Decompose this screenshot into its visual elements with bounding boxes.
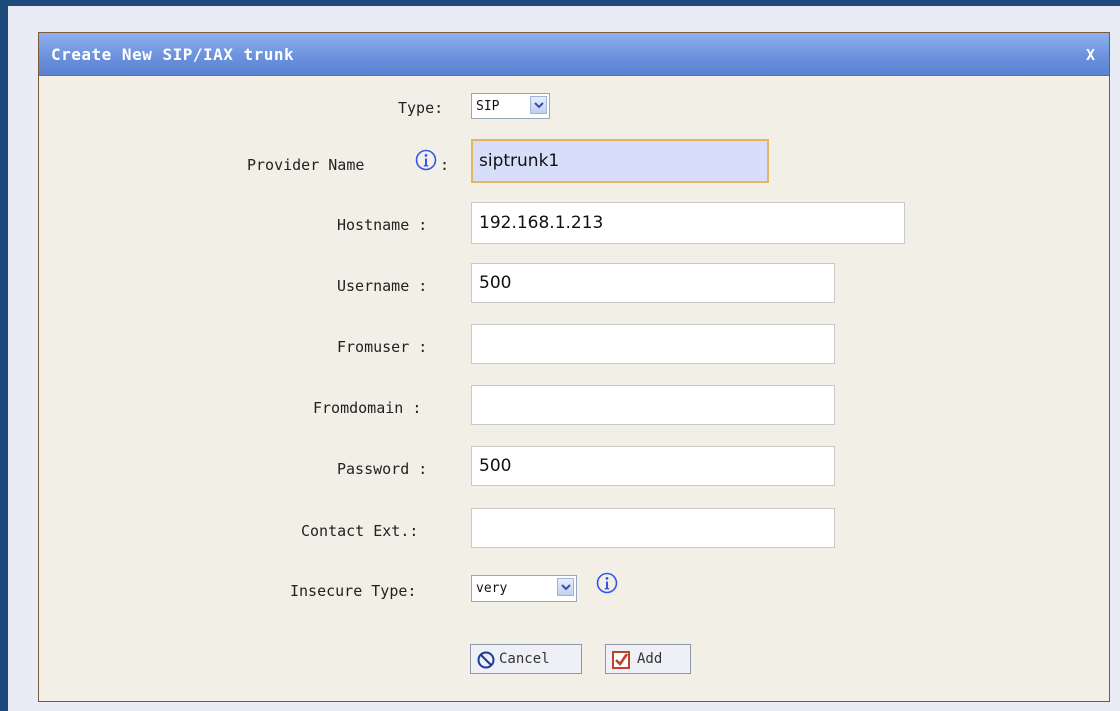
fromdomain-label: Fromdomain : <box>313 399 422 417</box>
type-select[interactable]: SIP <box>471 93 550 119</box>
cancel-circle-icon <box>477 651 495 669</box>
username-input[interactable] <box>471 263 835 303</box>
fromdomain-input[interactable] <box>471 385 835 425</box>
insecure-type-label: Insecure Type: <box>290 582 417 600</box>
cancel-button[interactable]: Cancel <box>470 644 582 674</box>
hostname-input[interactable] <box>471 202 905 244</box>
insecure-type-select[interactable]: very <box>471 575 577 602</box>
type-label: Type: <box>398 99 444 117</box>
close-button[interactable]: X <box>1086 46 1095 64</box>
add-button-label: Add <box>637 651 663 667</box>
provider-name-label: Provider Name <box>247 156 365 174</box>
dialog-title: Create New SIP/IAX trunk <box>51 45 295 64</box>
chevron-down-icon <box>557 578 574 596</box>
info-icon[interactable] <box>596 572 618 594</box>
contact-ext-label: Contact Ext.: <box>301 522 419 540</box>
contact-ext-input[interactable] <box>471 508 835 548</box>
dialog-titlebar[interactable]: Create New SIP/IAX trunk X <box>39 33 1109 76</box>
chevron-down-icon <box>530 96 547 114</box>
add-button[interactable]: Add <box>605 644 691 674</box>
password-label: Password : <box>337 460 428 478</box>
page-background: Create New SIP/IAX trunk X Type: SIP Pro… <box>8 6 1120 711</box>
insecure-type-select-value: very <box>476 581 508 596</box>
hostname-label: Hostname : <box>337 216 428 234</box>
password-input[interactable] <box>471 446 835 486</box>
fromuser-label: Fromuser : <box>337 338 428 356</box>
fromuser-input[interactable] <box>471 324 835 364</box>
cancel-button-label: Cancel <box>499 651 550 667</box>
type-select-value: SIP <box>476 99 500 114</box>
provider-name-input[interactable] <box>471 139 769 183</box>
username-label: Username : <box>337 277 428 295</box>
provider-name-colon: : <box>440 156 450 174</box>
checkbox-checked-icon <box>612 651 630 669</box>
create-trunk-dialog: Create New SIP/IAX trunk X Type: SIP Pro… <box>38 32 1110 702</box>
info-icon[interactable] <box>415 149 437 171</box>
